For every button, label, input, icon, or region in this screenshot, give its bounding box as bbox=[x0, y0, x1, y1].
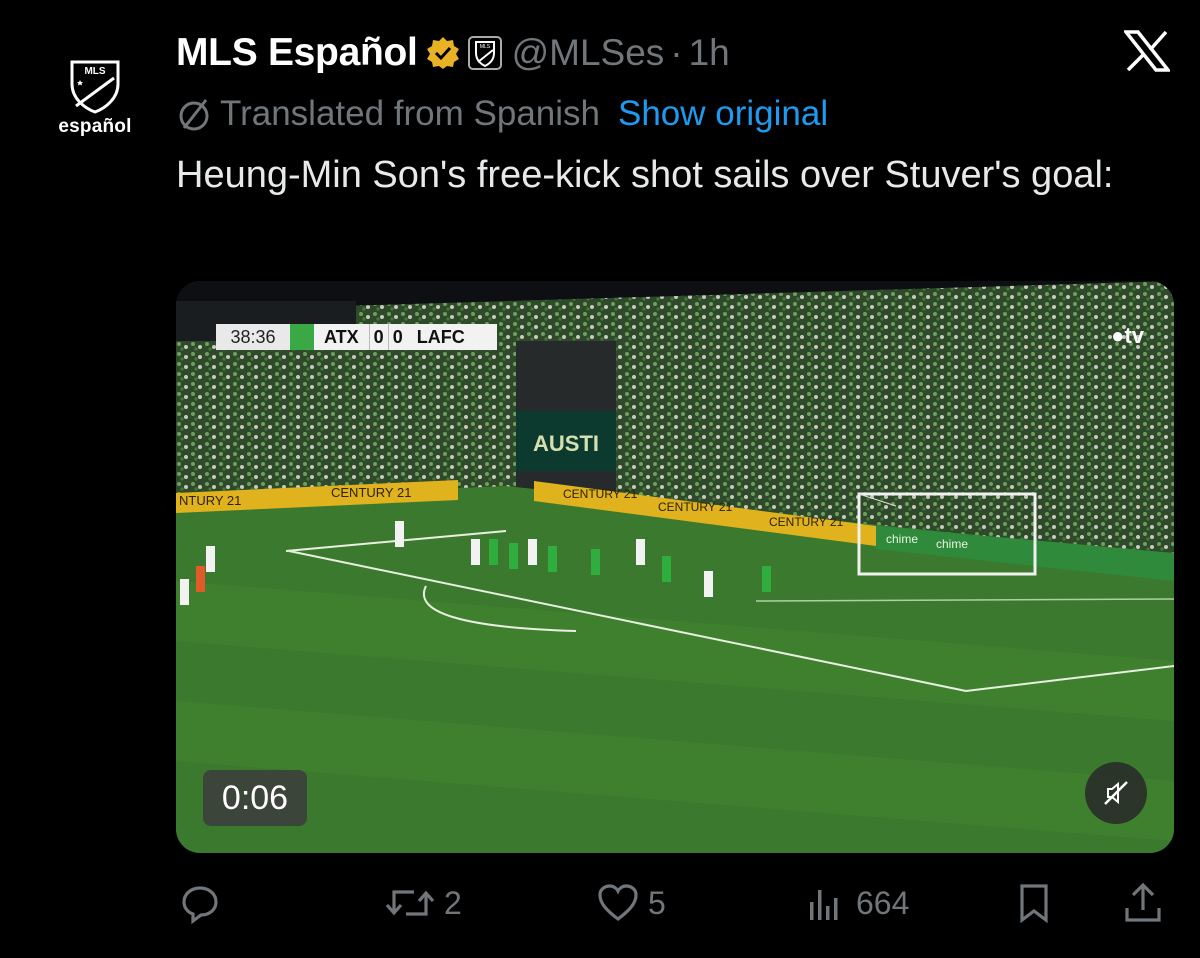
avatar[interactable]: MLS español bbox=[50, 58, 140, 140]
bookmark-button[interactable] bbox=[1014, 872, 1054, 934]
svg-text:MLS: MLS bbox=[84, 66, 105, 77]
affiliate-badge-icon[interactable]: MLS bbox=[467, 36, 502, 70]
scorebug-accent bbox=[290, 324, 314, 350]
home-score: 0 bbox=[368, 324, 388, 350]
repost-icon bbox=[385, 890, 435, 916]
mute-button[interactable] bbox=[1085, 762, 1147, 824]
like-button[interactable]: 5 bbox=[596, 872, 666, 934]
account-handle[interactable]: @MLSes bbox=[512, 32, 665, 74]
separator: · bbox=[670, 32, 683, 73]
video-player[interactable]: AUSTI NTURY 21 CENTURY 21 CENTURY 21 CEN… bbox=[176, 281, 1174, 853]
tweet-text: Heung-Min Son's free-kick shot sails ove… bbox=[176, 154, 1114, 196]
view-count: 664 bbox=[856, 884, 910, 921]
scorebug: 38:36 ATX 0 0 LAFC bbox=[216, 324, 497, 350]
video-frame: AUSTI NTURY 21 CENTURY 21 CENTURY 21 CEN… bbox=[176, 281, 1174, 853]
heart-icon bbox=[598, 884, 638, 922]
ad-text-2: CENTURY 21 bbox=[331, 485, 411, 500]
verified-badge-icon[interactable] bbox=[426, 36, 460, 70]
translation-row: Translated from Spanish Show original bbox=[176, 92, 828, 136]
show-original-link[interactable]: Show original bbox=[618, 94, 828, 134]
reply-icon bbox=[182, 886, 218, 924]
repost-button[interactable]: 2 bbox=[384, 872, 462, 934]
actions-bar: 2 5 664 bbox=[176, 872, 1174, 934]
views-button[interactable]: 664 bbox=[804, 872, 909, 934]
like-count: 5 bbox=[648, 884, 666, 921]
video-elapsed-time: 0:06 bbox=[203, 770, 307, 826]
reply-button[interactable] bbox=[179, 872, 229, 934]
away-team: LAFC bbox=[406, 324, 497, 350]
views-chart-icon bbox=[810, 890, 838, 920]
repost-count: 2 bbox=[444, 884, 462, 921]
x-logo-icon[interactable] bbox=[1124, 30, 1170, 72]
svg-text:MLS: MLS bbox=[479, 44, 490, 50]
share-button[interactable] bbox=[1121, 872, 1165, 934]
away-score: 0 bbox=[387, 324, 407, 350]
ad-text-4: CENTURY 21 bbox=[658, 500, 733, 514]
stadium-sign: AUSTI bbox=[533, 431, 599, 456]
post-time[interactable]: 1h bbox=[689, 32, 730, 74]
translate-icon bbox=[179, 99, 209, 131]
ad-text-6: chime bbox=[886, 532, 918, 546]
mls-logo-icon: MLS bbox=[70, 60, 120, 114]
tweet-header: MLS Español MLS @MLSes · 1h bbox=[176, 28, 730, 78]
translated-label: Translated from Spanish bbox=[220, 94, 600, 133]
broadcaster-label: tv bbox=[1124, 323, 1144, 348]
account-name[interactable]: MLS Español bbox=[176, 31, 418, 75]
ad-text-3: CENTURY 21 bbox=[563, 487, 638, 501]
home-team: ATX bbox=[314, 324, 369, 350]
ad-text-7: chime bbox=[936, 537, 968, 551]
muted-speaker-icon bbox=[1104, 781, 1128, 805]
ad-text-1: NTURY 21 bbox=[179, 493, 241, 508]
share-icon bbox=[1125, 882, 1161, 922]
broadcaster-logo: ●tv bbox=[1111, 323, 1144, 349]
match-clock: 38:36 bbox=[216, 324, 290, 350]
bookmark-icon bbox=[1020, 884, 1048, 924]
apple-icon: ● bbox=[1111, 323, 1125, 348]
avatar-label: español bbox=[58, 116, 132, 137]
ad-text-5: CENTURY 21 bbox=[769, 515, 844, 529]
